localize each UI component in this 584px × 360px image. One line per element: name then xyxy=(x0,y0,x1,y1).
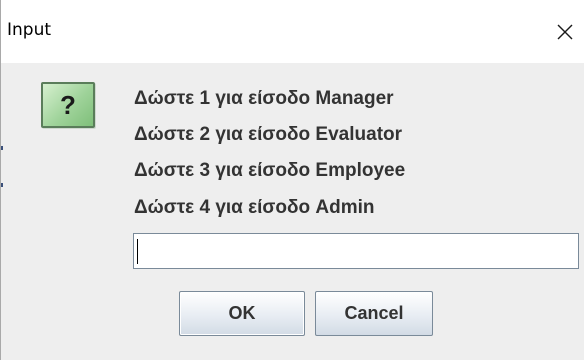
message-line-employee: Δώστε 3 για είσοδο Employee xyxy=(134,160,406,181)
window-title: Input xyxy=(7,20,52,40)
cancel-button[interactable]: Cancel xyxy=(315,291,433,336)
ok-button-label: OK xyxy=(228,303,256,323)
text-caret xyxy=(137,239,138,264)
close-button[interactable] xyxy=(545,12,584,52)
message-line-manager: Δώστε 1 για είσοδο Manager xyxy=(134,88,394,109)
title-bar[interactable]: Input xyxy=(1,0,584,63)
background-fragment xyxy=(1,183,3,187)
message-line-admin: Δώστε 4 για είσοδο Admin xyxy=(134,197,375,218)
message-line-evaluator: Δώστε 2 για είσοδο Evaluator xyxy=(134,124,403,145)
input-dialog: Input ? Δώστε 1 για είσοδο Manager Δώστε… xyxy=(0,0,584,360)
question-glyph: ? xyxy=(60,90,76,120)
close-icon xyxy=(557,24,573,40)
question-icon: ? xyxy=(41,82,95,128)
background-fragment xyxy=(1,146,3,150)
ok-button[interactable]: OK xyxy=(179,291,305,336)
cancel-button-label: Cancel xyxy=(344,303,404,323)
input-field[interactable] xyxy=(133,233,579,269)
